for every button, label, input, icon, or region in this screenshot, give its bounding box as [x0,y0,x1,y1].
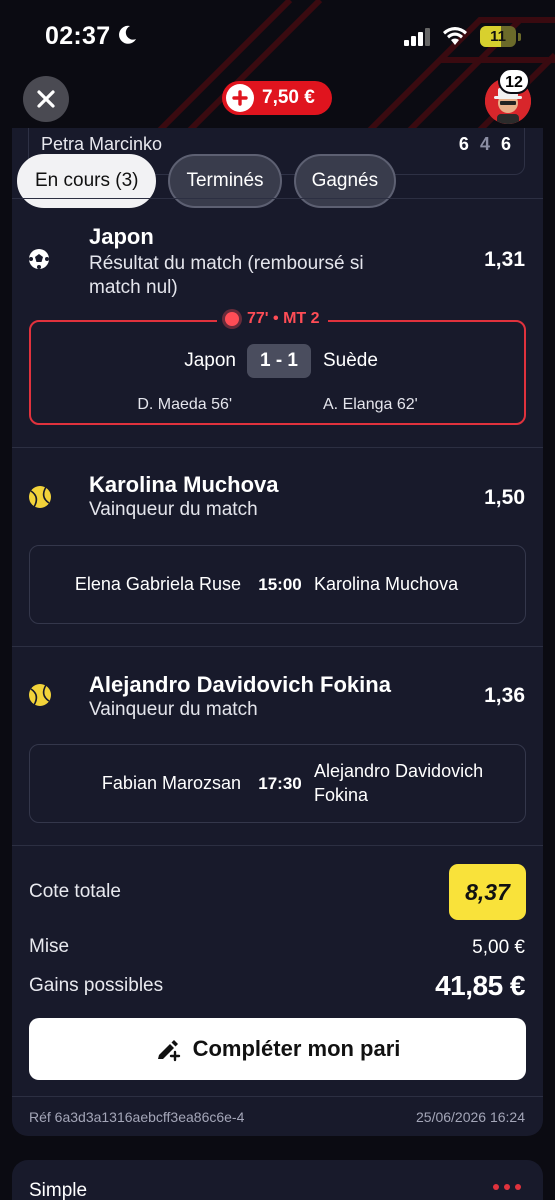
edit-icon [157,1040,180,1062]
bet-odds: 1,50 [484,486,525,509]
bet-odds: 1,31 [484,248,525,271]
tab-gagnes[interactable]: Gagnés [293,154,397,208]
complete-bet-button[interactable]: Compléter mon pari [29,1018,526,1080]
tennis-ball-icon [29,486,51,508]
bet-market: Vainqueur du match [89,499,258,520]
away-player: Karolina Muchova [314,574,459,594]
match-box[interactable]: Elena Gabriela Ruse 15:00 Karolina Mucho… [29,545,526,624]
gains-label: Gains possibles [29,975,164,996]
wifi-icon [443,27,467,45]
balance-button[interactable]: 7,50 € [222,81,332,115]
tab-termines[interactable]: Terminés [168,154,282,208]
match-box[interactable]: Fabian Marozsan 17:30 Alejandro Davidovi… [29,744,526,823]
moon-icon [119,25,136,44]
match-time: 17:30 [258,774,302,793]
tennis-ball-icon [29,684,51,706]
next-card-title: Simple [29,1180,88,1200]
bet-market: Vainqueur du match [89,699,258,720]
bet-odds: 1,36 [484,684,525,707]
home-player: Fabian Marozsan [101,773,241,793]
signal-icon [404,28,430,46]
bet-selection: Japon [89,224,154,249]
stake-label: Mise [29,936,70,957]
battery-level: 11 [490,28,506,45]
bet-reference: Réf 6a3d3a1316aebcff3ea86c6e-4 [29,1109,245,1125]
battery-indicator: 11 [480,26,516,47]
previous-score: 6 4 6 [458,134,514,154]
bet-selection: Alejandro Davidovich Fokina [89,672,391,697]
away-scorer: A. Elanga 62' [323,396,418,413]
bet-selection: Karolina Muchova [89,472,279,497]
bet-card: Petra Marcinko 6 4 6 En cours (3) Termin… [12,128,543,1136]
home-team: Japon [184,350,236,371]
status-bar: 02:37 11 [0,0,555,70]
bet-market: Résultat du match (remboursé si match nu… [89,253,364,298]
next-bet-card[interactable]: Simple [12,1160,543,1200]
match-time: 15:00 [258,575,302,594]
status-time: 02:37 [45,22,111,50]
live-score: 1 - 1 [247,344,311,378]
away-player: Alejandro Davidovich Fokina [314,761,484,805]
gains-value: 41,85 € [435,970,525,1001]
football-icon [29,249,49,269]
home-scorer: D. Maeda 56' [137,396,232,413]
stake-value: 5,00 € [472,937,525,958]
previous-player: Petra Marcinko [41,134,163,154]
live-status: 77' • MT 2 [217,310,328,328]
balance-amount: 7,50 € [262,87,315,108]
plus-icon [226,84,254,112]
total-odds: 8,37 [449,864,526,920]
away-team: Suède [323,350,378,371]
close-icon [37,90,55,108]
tab-en-cours[interactable]: En cours (3) [17,154,157,208]
filter-tabs: En cours (3) Terminés Gagnés [17,154,397,208]
more-options-icon[interactable] [493,1184,521,1190]
close-button[interactable] [23,76,69,122]
total-odds-label: Cote totale [29,881,121,902]
live-dot-icon [225,312,239,326]
bet-date: 25/06/2026 16:24 [416,1109,525,1125]
complete-bet-label: Compléter mon pari [192,1036,401,1061]
notification-badge: 12 [498,68,530,94]
live-match-box[interactable]: 77' • MT 2 Japon 1 - 1 Suède D. Maeda 56… [29,310,526,425]
home-player: Elena Gabriela Ruse [74,574,241,594]
